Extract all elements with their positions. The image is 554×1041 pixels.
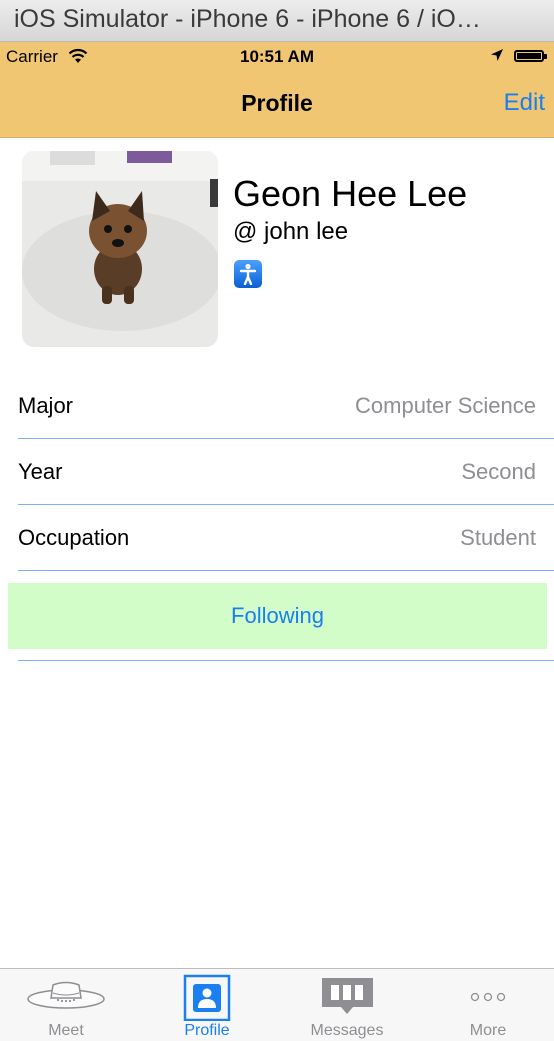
- tab-label: More: [469, 1022, 507, 1039]
- accessibility-icon[interactable]: [234, 260, 262, 288]
- status-bar: Carrier 10:51 AM: [0, 42, 554, 72]
- page-title: Profile: [241, 90, 313, 116]
- hat-icon: [27, 981, 105, 1009]
- dog-photo-image: [22, 151, 218, 347]
- detail-row-year: Year Second: [18, 439, 554, 505]
- more-dots-icon: [470, 992, 506, 1002]
- row-divider: [18, 660, 554, 661]
- detail-label: Year: [18, 459, 63, 484]
- following-button[interactable]: Following: [8, 583, 547, 649]
- status-time: 10:51 AM: [239, 47, 314, 66]
- tab-label: Messages: [310, 1022, 384, 1039]
- detail-label: Occupation: [18, 525, 130, 550]
- detail-value: Computer Science: [355, 393, 536, 418]
- messages-icon: [322, 978, 373, 1014]
- profile-photo: [22, 151, 218, 347]
- person-icon: [183, 974, 231, 1021]
- detail-row-occupation: Occupation Student: [18, 505, 554, 571]
- tab-profile[interactable]: Profile: [147, 969, 267, 1041]
- navigation-header: Carrier 10:51 AM Profile Edit: [0, 42, 554, 138]
- row-divider: [18, 570, 554, 571]
- tab-label: Profile: [184, 1022, 230, 1039]
- tab-label: Meet: [48, 1022, 84, 1039]
- tab-messages[interactable]: Messages: [287, 969, 407, 1041]
- detail-value: Second: [461, 459, 536, 484]
- simulator-title-bar: iOS Simulator - iPhone 6 - iPhone 6 / iO…: [0, 0, 554, 42]
- profile-handle: @ john lee: [233, 218, 349, 245]
- profile-name: Geon Hee Lee: [233, 173, 468, 214]
- window-title: iOS Simulator - iPhone 6 - iPhone 6 / iO…: [14, 5, 481, 33]
- accessibility-figure-icon: [239, 263, 257, 285]
- tab-bar: Meet Profile Messages More: [0, 968, 554, 1041]
- detail-label: Major: [18, 393, 74, 418]
- detail-row-major: Major Computer Science: [18, 373, 554, 439]
- location-arrow-icon: [491, 49, 503, 61]
- tab-meet[interactable]: Meet: [6, 969, 126, 1041]
- detail-value: Student: [460, 525, 536, 550]
- edit-button[interactable]: Edit: [504, 89, 545, 117]
- tab-more[interactable]: More: [428, 969, 548, 1041]
- battery-icon: [514, 50, 547, 62]
